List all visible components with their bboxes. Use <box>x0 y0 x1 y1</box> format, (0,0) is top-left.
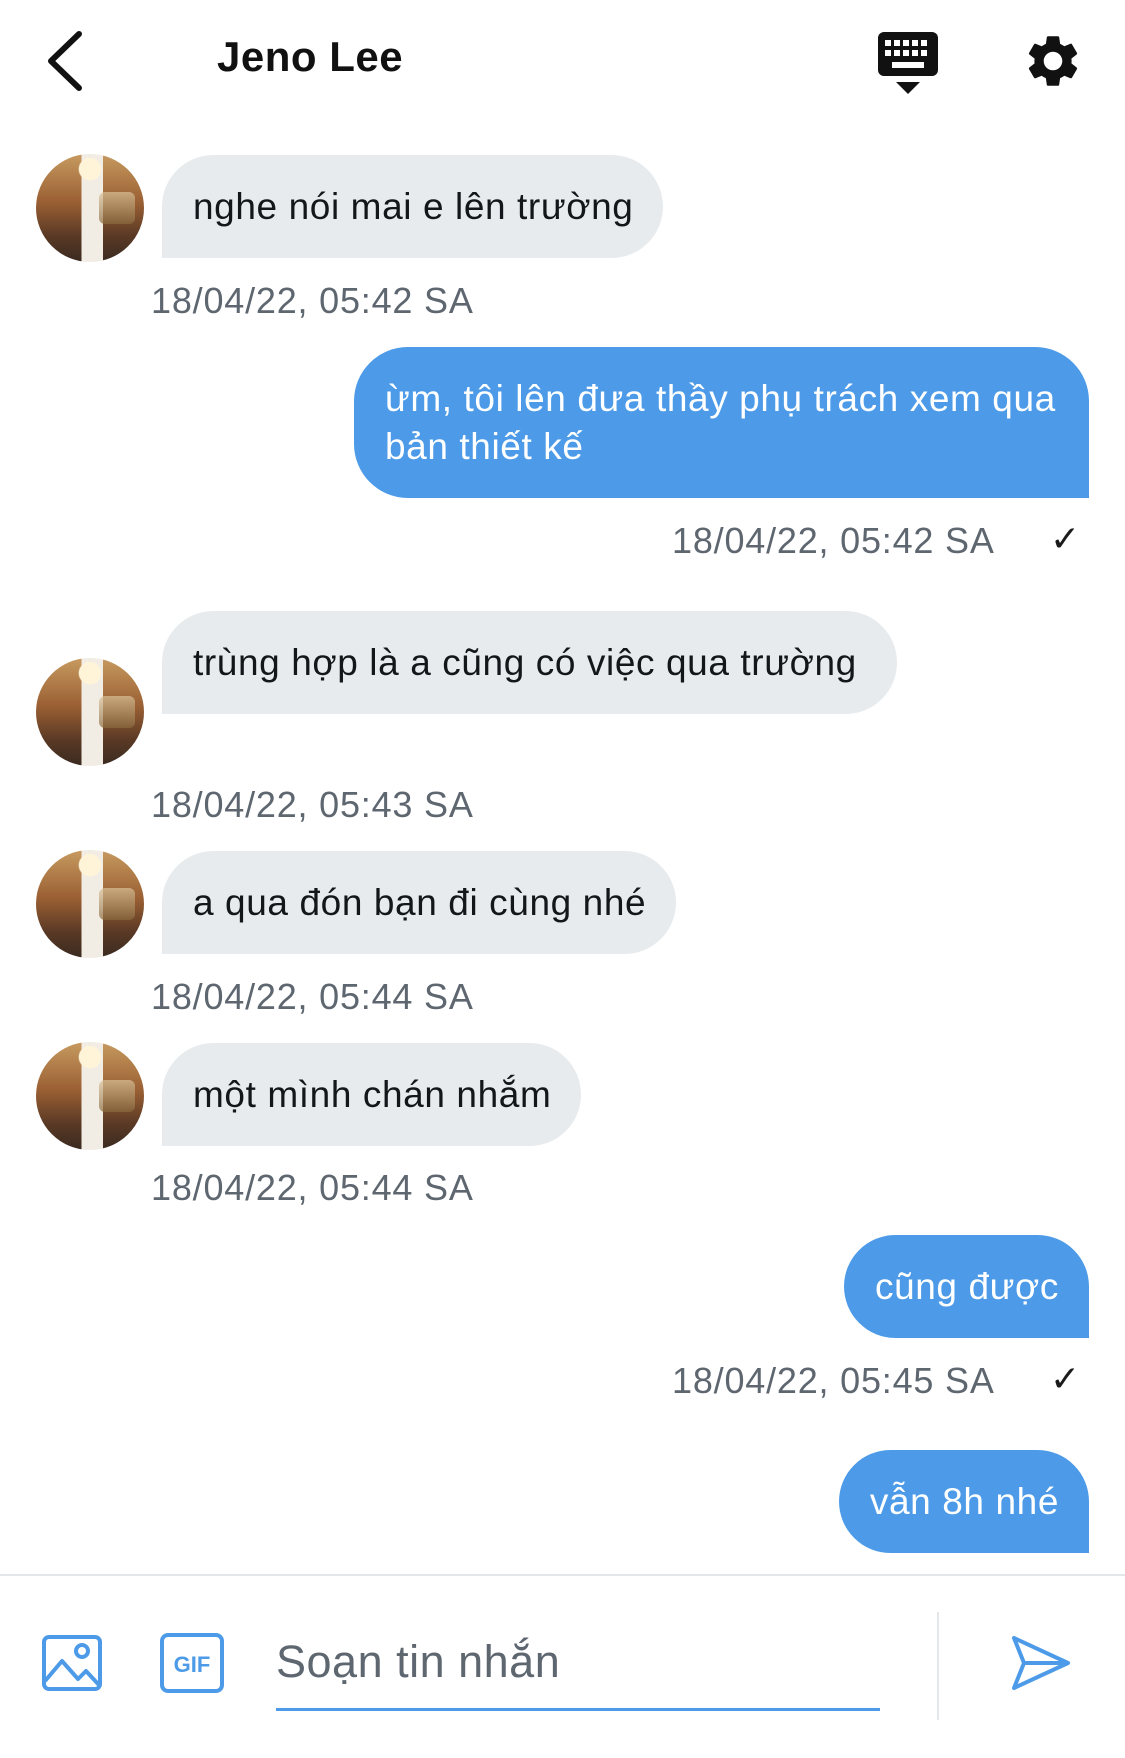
message-timestamp: 18/04/22, 05:44 SA <box>151 976 474 1017</box>
message-timestamp: 18/04/22, 05:43 SA <box>151 784 474 825</box>
message-timestamp: 18/04/22, 05:42 SA <box>151 280 474 321</box>
avatar[interactable] <box>36 154 144 262</box>
outgoing-message[interactable]: vẫn 8h nhé <box>838 1450 1089 1553</box>
keyboard-button[interactable] <box>876 30 940 96</box>
message-timestamp: 18/04/22, 05:44 SA <box>151 1167 474 1208</box>
attach-image-button[interactable] <box>40 1631 104 1695</box>
incoming-message[interactable]: nghe nói mai e lên trường <box>162 155 664 258</box>
sent-check-icon: ✓ <box>1050 1358 1081 1399</box>
image-icon <box>42 1635 102 1691</box>
message-input[interactable] <box>276 1616 880 1711</box>
sent-check-icon: ✓ <box>1050 518 1081 559</box>
send-icon <box>1012 1636 1070 1690</box>
avatar[interactable] <box>36 1042 144 1150</box>
outgoing-message[interactable]: cũng được <box>843 1235 1089 1338</box>
message-timestamp: 18/04/22, 05:45 SA <box>672 1360 995 1401</box>
back-button[interactable] <box>40 28 90 94</box>
gear-icon <box>1028 36 1078 86</box>
contact-name: Jeno Lee <box>217 33 404 80</box>
chat-header: Jeno Lee <box>0 0 1125 125</box>
message-timestamp: 18/04/22, 05:42 SA <box>672 520 995 561</box>
message-composer: GIF <box>0 1574 1125 1758</box>
svg-text:GIF: GIF <box>174 1652 211 1677</box>
keyboard-icon <box>878 32 938 94</box>
divider <box>937 1612 939 1720</box>
avatar[interactable] <box>36 850 144 958</box>
attach-gif-button[interactable]: GIF <box>159 1632 225 1694</box>
send-button[interactable] <box>1010 1632 1072 1694</box>
gif-icon: GIF <box>160 1633 224 1693</box>
chevron-left-icon <box>48 31 82 91</box>
incoming-message[interactable]: a qua đón bạn đi cùng nhé <box>162 851 677 954</box>
outgoing-message[interactable]: ừm, tôi lên đưa thầy phụ trách xem qua b… <box>354 347 1089 498</box>
settings-button[interactable] <box>1022 30 1084 92</box>
incoming-message[interactable]: một mình chán nhắm <box>162 1043 582 1146</box>
incoming-message[interactable]: trùng hợp là a cũng có việc qua trường <box>162 611 897 714</box>
avatar[interactable] <box>36 658 144 766</box>
